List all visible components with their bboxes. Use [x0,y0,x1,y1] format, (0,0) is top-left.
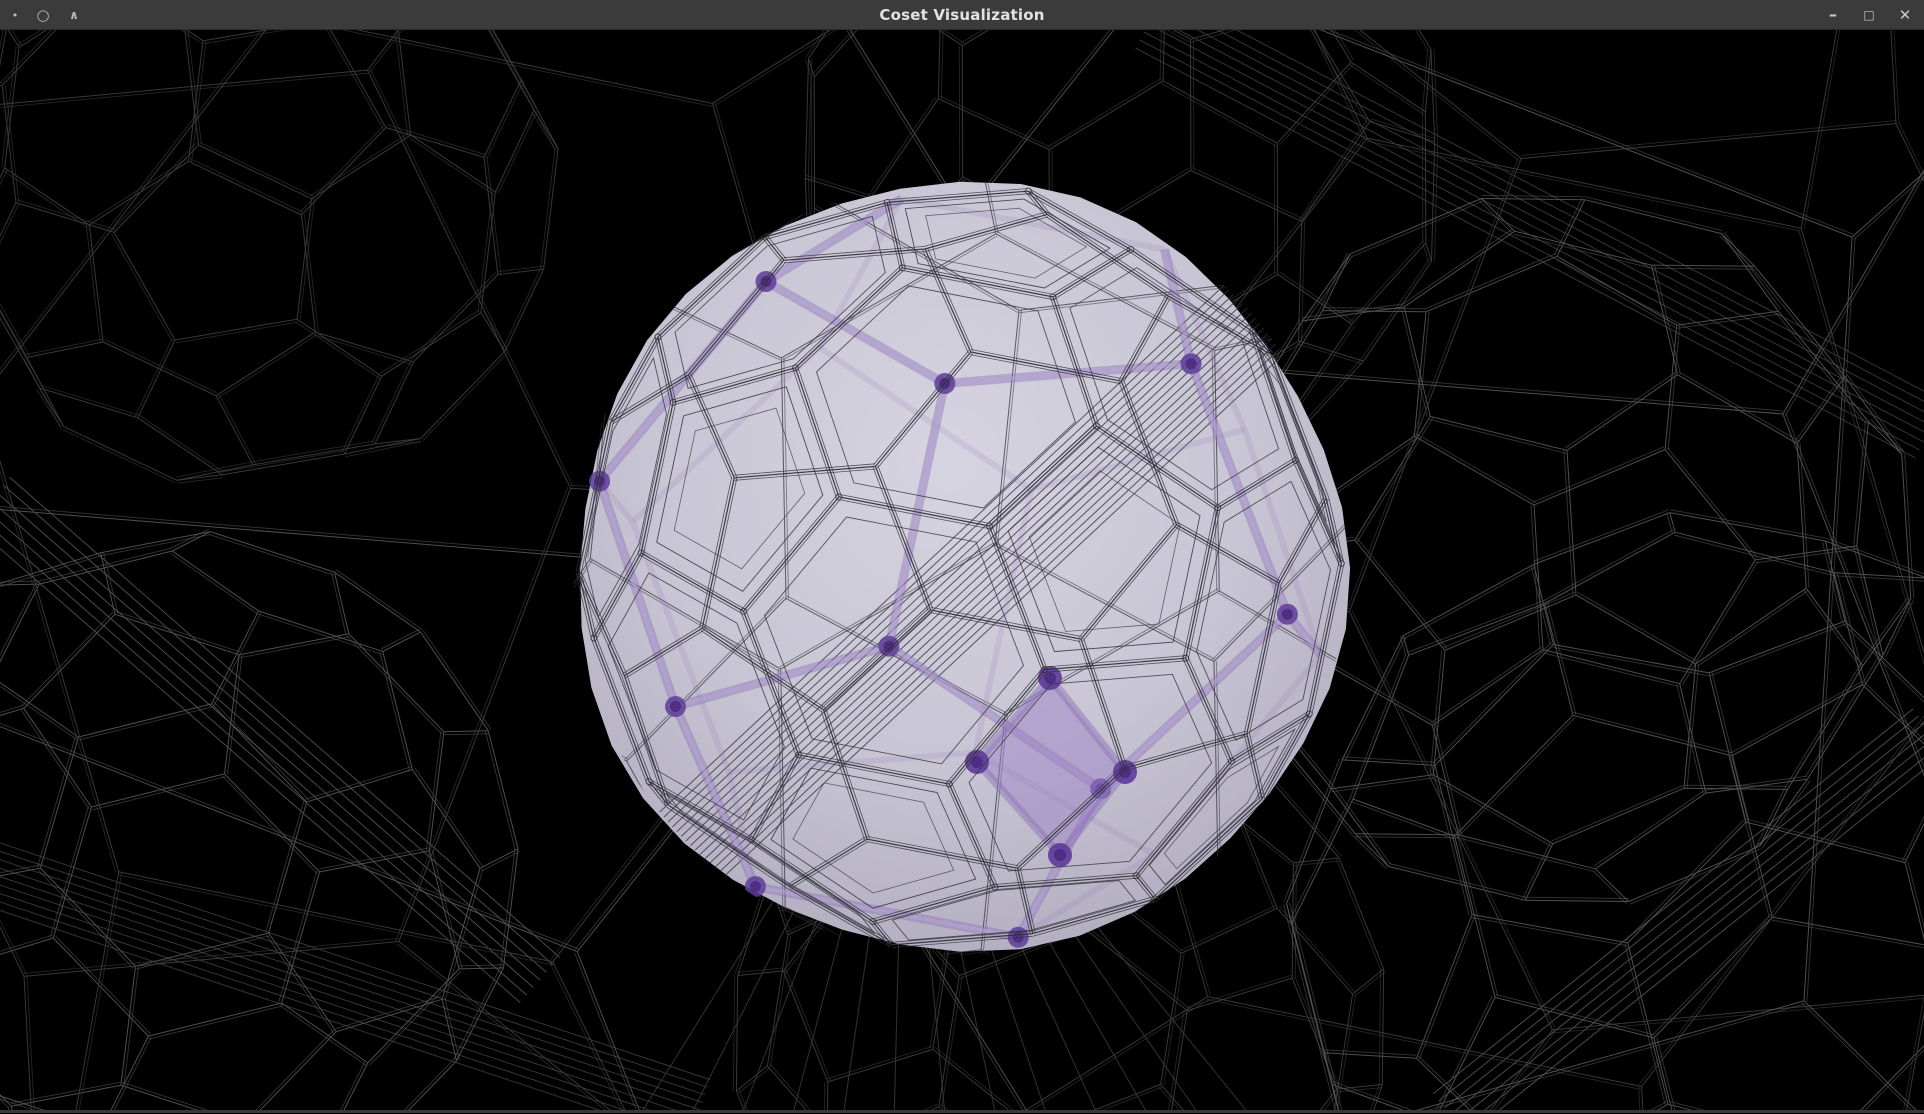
visualization-canvas[interactable] [0,30,1924,1110]
circle-icon[interactable]: ○ [35,6,51,24]
titlebar[interactable]: • ○ ∧ Coset Visualization – □ ✕ [0,0,1924,30]
window-bottom-border [0,1110,1924,1113]
close-button[interactable]: ✕ [1894,0,1916,30]
window-title: Coset Visualization [879,0,1044,30]
titlebar-left-icons: • ○ ∧ [10,0,82,30]
maximize-button[interactable]: □ [1858,0,1880,30]
chevron-up-icon[interactable]: ∧ [66,8,82,22]
coset-scene-svg [0,30,1924,1110]
window-controls: – □ ✕ [1822,0,1916,30]
minimize-button[interactable]: – [1822,0,1844,30]
dot-icon: • [10,9,20,22]
app-window: • ○ ∧ Coset Visualization – □ ✕ [0,0,1924,1114]
